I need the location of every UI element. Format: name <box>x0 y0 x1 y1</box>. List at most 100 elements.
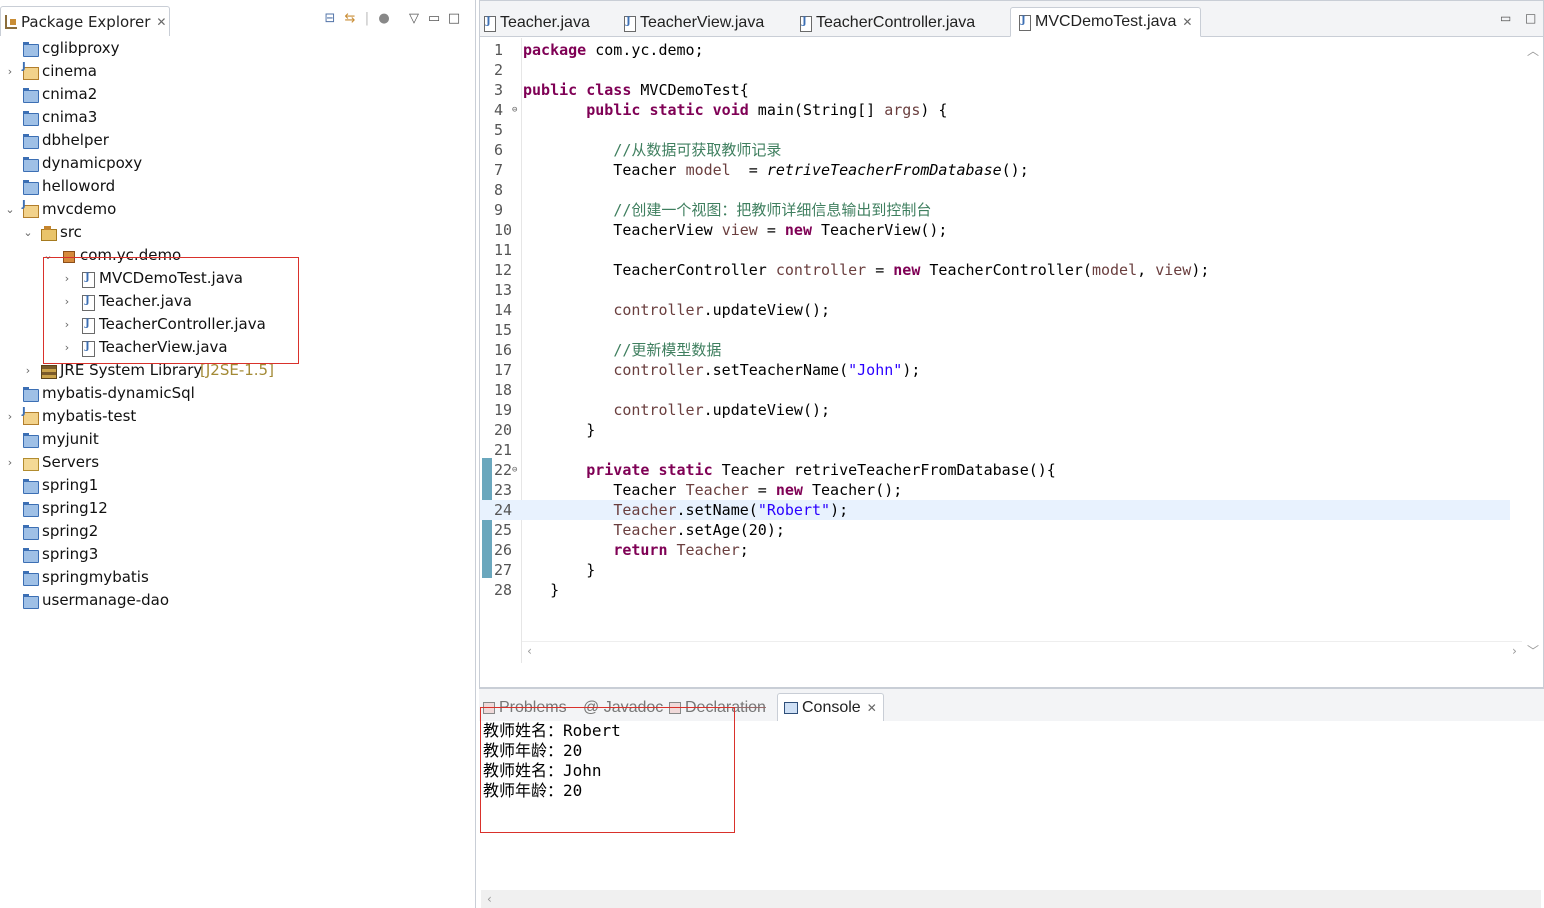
tree-item-src[interactable]: ⌄ src <box>0 222 476 245</box>
code-text: Teacher model = retriveTeacherFromDataba… <box>523 161 1029 179</box>
minimize-icon[interactable]: ▭ <box>1500 11 1511 25</box>
tree-item-teacher-java[interactable]: › Teacher.java <box>0 291 476 314</box>
code-line: 24 Teacher.setName("Robert"); <box>480 500 1510 520</box>
chevron-right-icon[interactable]: › <box>4 411 16 423</box>
line-number: 7 <box>494 161 504 179</box>
project-icon <box>22 179 39 195</box>
tree-item-mybatis-test[interactable]: › mybatis-test <box>0 406 476 429</box>
tree-item-usermanage-dao[interactable]: usermanage-dao <box>0 590 476 613</box>
tree-item-teachercontroller-java[interactable]: › TeacherController.java <box>0 314 476 337</box>
package-explorer-icon <box>5 14 17 29</box>
tree-item-helloword[interactable]: helloword <box>0 176 476 199</box>
chevron-right-icon[interactable]: › <box>61 273 73 285</box>
vertical-scrollbar[interactable]: ︿ ﹀ <box>1523 38 1543 663</box>
tree-item-mybatis-dynamicsql[interactable]: mybatis-dynamicSql <box>0 383 476 406</box>
tab-declaration[interactable]: Declaration <box>669 696 766 720</box>
scroll-right-icon[interactable]: › <box>1511 644 1518 658</box>
code-text: } <box>523 421 596 439</box>
editor-tab-teachercontroller[interactable]: TeacherController.java <box>798 9 975 37</box>
tree-item-label: MVCDemoTest.java <box>99 269 243 287</box>
chevron-right-icon[interactable]: › <box>4 66 16 78</box>
code-line: 19 controller.updateView(); <box>480 400 1510 420</box>
fold-toggle-icon[interactable]: ⊖ <box>512 460 517 480</box>
tree-item-mvcdemotest-java[interactable]: › MVCDemoTest.java <box>0 268 476 291</box>
close-icon[interactable]: ✕ <box>1182 15 1192 29</box>
collapse-all-icon[interactable]: ⊟ <box>320 10 340 28</box>
scroll-down-icon[interactable]: ﹀ <box>1527 642 1539 659</box>
focus-icon[interactable]: ● <box>374 10 394 28</box>
tree-item-spring3[interactable]: spring3 <box>0 544 476 567</box>
editor-area: Teacher.java TeacherView.java TeacherCon… <box>479 0 1544 688</box>
maximize-icon[interactable]: □ <box>1525 11 1536 25</box>
java-file-icon <box>622 15 636 32</box>
tree-item-dynamicpoxy[interactable]: dynamicpoxy <box>0 153 476 176</box>
tree-item-spring2[interactable]: spring2 <box>0 521 476 544</box>
link-with-editor-icon[interactable]: ⇆ <box>340 10 360 28</box>
tree-item-label: cinema <box>42 62 97 80</box>
editor-tab-teacher[interactable]: Teacher.java <box>482 9 590 37</box>
package-explorer-tab[interactable]: Package Explorer ✕ <box>0 6 170 36</box>
code-editor[interactable]: 1 package com.yc.demo; 2 3 public class MVCD… <box>480 38 1543 663</box>
tree-item-label: src <box>60 223 82 241</box>
tree-item-jre-system-library[interactable]: › JRE System Library [J2SE-1.5] <box>0 360 476 383</box>
tree-item-cnima3[interactable]: cnima3 <box>0 107 476 130</box>
line-number: 3 <box>494 81 504 99</box>
code-line: 20 } <box>480 420 1510 440</box>
code-text: TeacherController controller = new Teach… <box>523 261 1210 279</box>
scroll-left-icon[interactable]: ‹ <box>526 644 533 658</box>
tree-item-com-yc-demo[interactable]: ⌄ com.yc.demo <box>0 245 476 268</box>
tab-console[interactable]: Console ✕ <box>777 693 884 721</box>
editor-tab-label: TeacherView.java <box>640 14 765 31</box>
tab-problems[interactable]: Problems <box>483 696 567 720</box>
tree-item-label: springmybatis <box>42 568 149 586</box>
project-icon <box>22 386 39 402</box>
tree-item-mvcdemo[interactable]: ⌄ mvcdemo <box>0 199 476 222</box>
tree-item-label: dynamicpoxy <box>42 154 143 172</box>
line-number: 16 <box>494 341 513 359</box>
console-icon <box>784 701 798 714</box>
chevron-right-icon[interactable]: › <box>61 296 73 308</box>
folder-open-icon <box>22 455 39 471</box>
chevron-right-icon[interactable]: › <box>4 457 16 469</box>
tree-item-dbhelper[interactable]: dbhelper <box>0 130 476 153</box>
console-output[interactable]: 教师姓名：Robert 教师年龄：20 教师姓名：John 教师年龄：20 <box>483 721 1533 891</box>
line-number: 26 <box>494 541 513 559</box>
tree-item-cnima2[interactable]: cnima2 <box>0 84 476 107</box>
chevron-down-icon[interactable]: ⌄ <box>4 204 16 216</box>
view-menu-icon[interactable]: ▽ <box>404 10 424 28</box>
scroll-up-icon[interactable]: ︿ <box>1527 42 1539 59</box>
console-horizontal-scrollbar[interactable]: ‹ <box>481 890 1541 908</box>
chevron-down-icon[interactable]: ⌄ <box>22 227 34 239</box>
console-output-line: 教师姓名：Robert <box>483 721 621 740</box>
chevron-right-icon[interactable]: › <box>61 342 73 354</box>
tree-item-springmybatis[interactable]: springmybatis <box>0 567 476 590</box>
minimize-icon[interactable]: ▭ <box>424 10 444 28</box>
tree-item-spring12[interactable]: spring12 <box>0 498 476 521</box>
close-icon[interactable]: ✕ <box>867 701 877 715</box>
chevron-right-icon[interactable]: › <box>22 365 34 377</box>
chevron-down-icon[interactable]: ⌄ <box>42 250 54 262</box>
fold-toggle-icon[interactable]: ⊖ <box>512 100 517 120</box>
tree-item-label: cnima3 <box>42 108 98 126</box>
editor-tab-teacherview[interactable]: TeacherView.java <box>622 9 764 37</box>
project-icon <box>22 432 39 448</box>
code-line: 2 <box>480 60 1510 80</box>
chevron-right-icon[interactable]: › <box>61 319 73 331</box>
tree-item-label: cnima2 <box>42 85 98 103</box>
tree-item-cglibproxy[interactable]: cglibproxy <box>0 38 476 61</box>
tree-item-cinema[interactable]: › cinema <box>0 61 476 84</box>
maximize-icon[interactable]: □ <box>444 10 464 28</box>
tree-item-label: JRE System Library <box>60 361 203 379</box>
tree-item-myjunit[interactable]: myjunit <box>0 429 476 452</box>
editor-tab-mvcdemotest[interactable]: MVCDemoTest.java ✕ <box>1010 7 1202 37</box>
tree-item-servers[interactable]: › Servers <box>0 452 476 475</box>
tree-item-spring1[interactable]: spring1 <box>0 475 476 498</box>
close-icon[interactable]: ✕ <box>156 15 166 29</box>
scroll-left-icon[interactable]: ‹ <box>487 892 492 906</box>
code-line: 11 <box>480 240 1510 260</box>
project-icon <box>22 593 39 609</box>
horizontal-scrollbar[interactable]: ‹ › <box>522 641 1522 663</box>
tree-item-teacherview-java[interactable]: › TeacherView.java <box>0 337 476 360</box>
code-line: 26 return Teacher; <box>480 540 1510 560</box>
tab-javadoc[interactable]: @ Javadoc <box>583 696 663 720</box>
